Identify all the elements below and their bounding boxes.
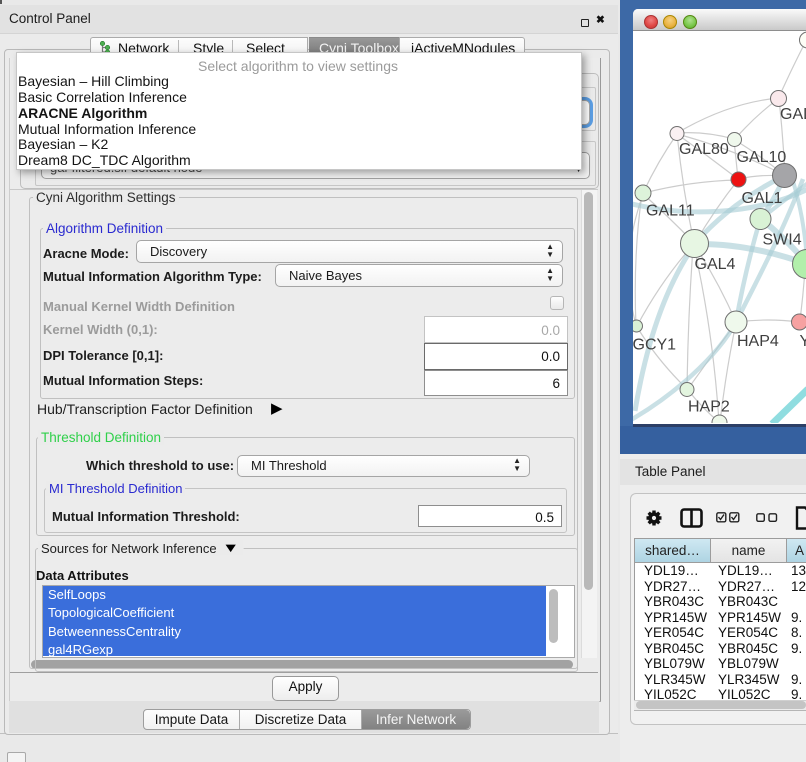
svg-text:GAL4: GAL4 bbox=[695, 256, 736, 273]
svg-text:GCY1: GCY1 bbox=[633, 336, 676, 353]
svg-text:GAL80: GAL80 bbox=[679, 141, 729, 158]
svg-text:SWI4: SWI4 bbox=[763, 232, 802, 249]
svg-text:HAP2: HAP2 bbox=[688, 398, 730, 415]
svg-text:HAP4: HAP4 bbox=[737, 333, 779, 350]
svg-text:GAL1: GAL1 bbox=[742, 190, 783, 207]
svg-text:GAL10: GAL10 bbox=[737, 149, 787, 166]
svg-text:GAL7: GAL7 bbox=[780, 106, 806, 123]
svg-text:GAL11: GAL11 bbox=[646, 203, 695, 220]
svg-text:YJL: YJL bbox=[800, 333, 806, 350]
